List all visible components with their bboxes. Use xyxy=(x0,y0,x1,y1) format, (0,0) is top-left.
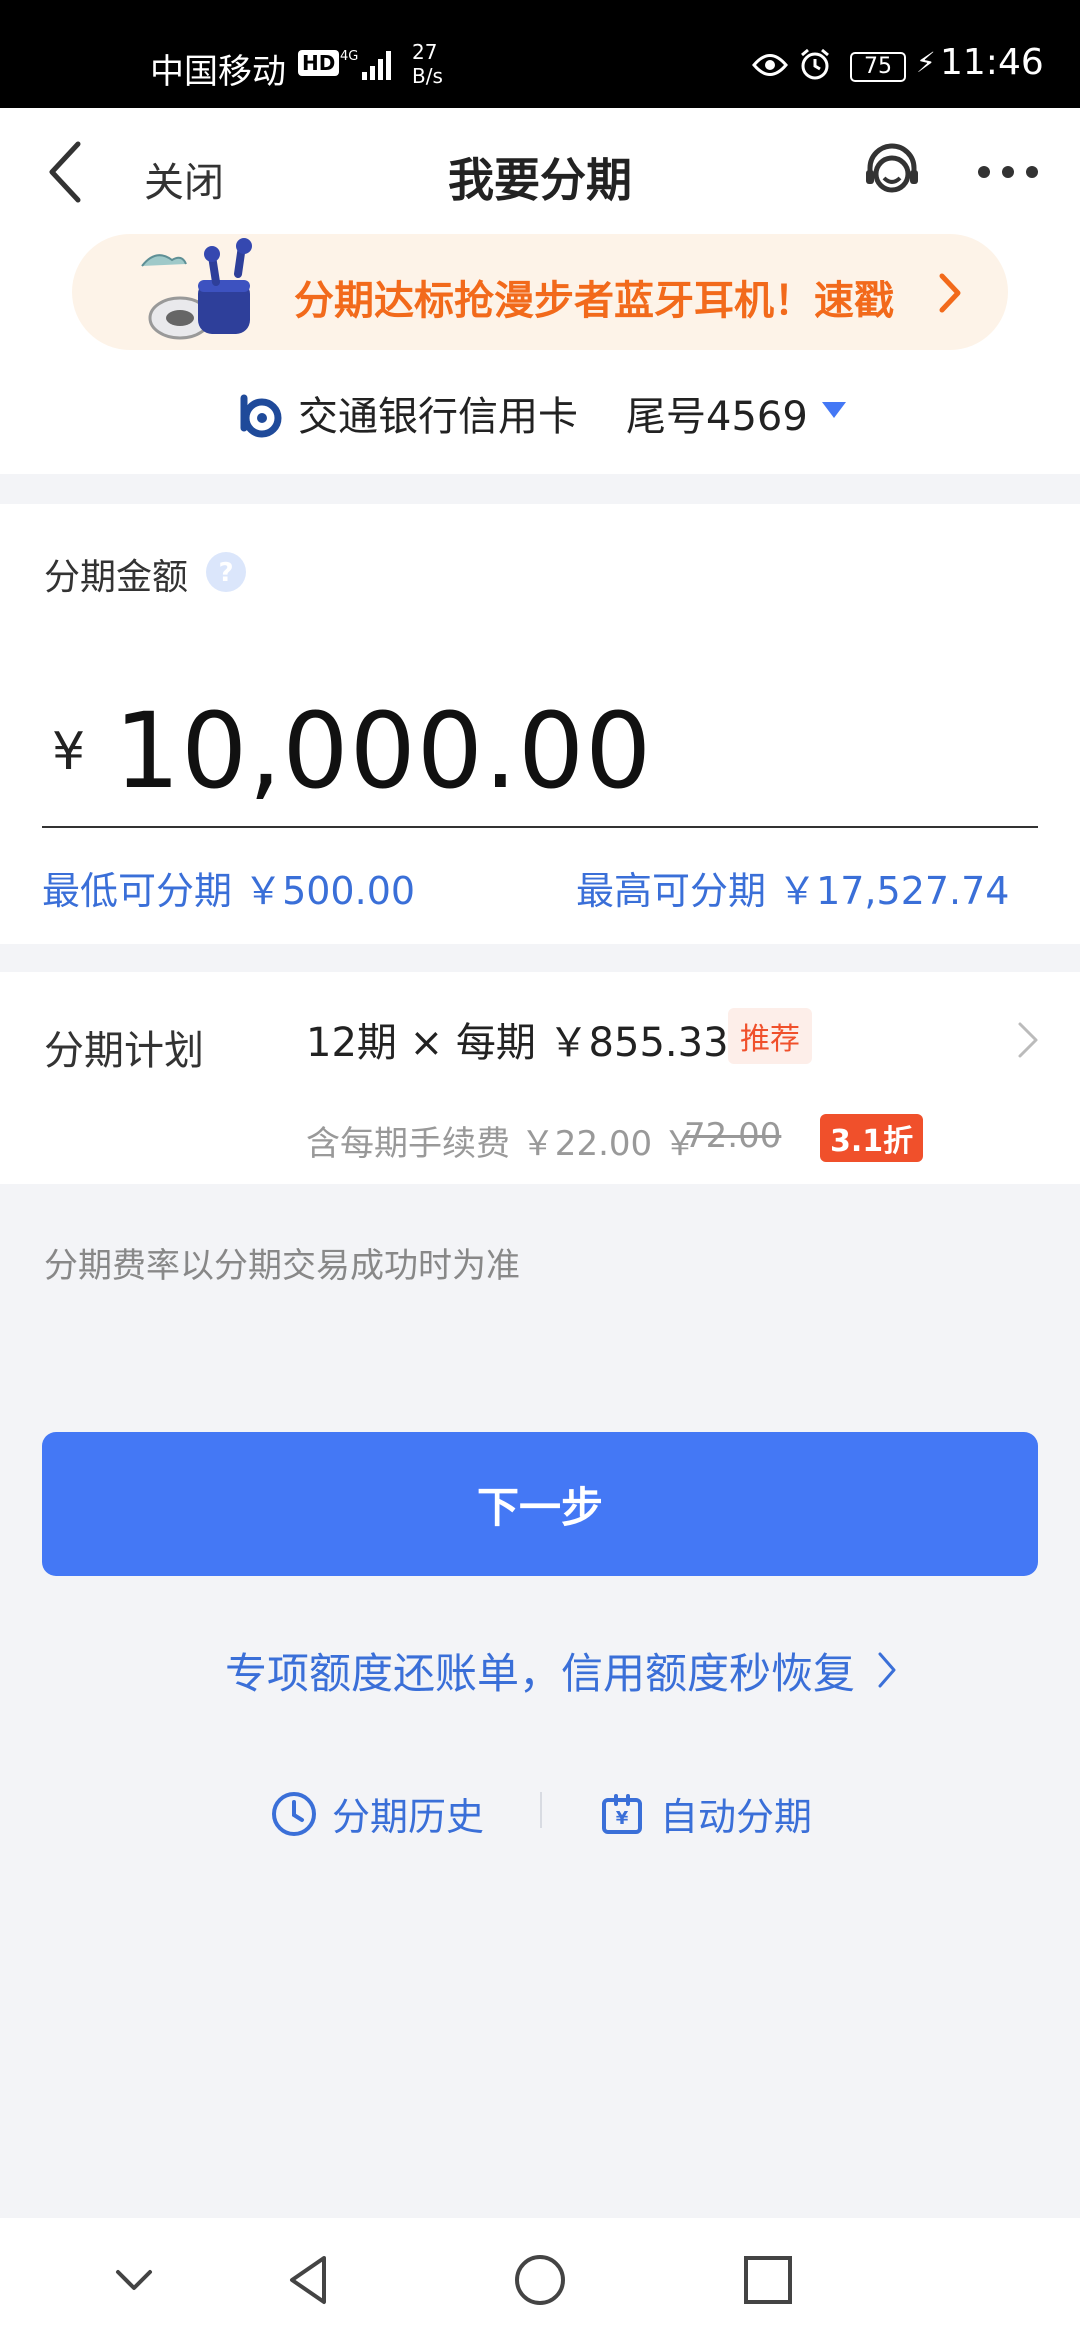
bank-logo-icon xyxy=(240,394,282,438)
network-type: 4G xyxy=(340,49,358,64)
speed-unit: B/s xyxy=(412,64,443,88)
min-installment-label: 最低可分期 ￥500.00 xyxy=(42,869,416,913)
signal-icon: 4G xyxy=(340,49,391,80)
discount-badge: 3.1折 xyxy=(820,1114,924,1162)
nav-back-icon[interactable] xyxy=(280,2250,340,2310)
chevron-down-icon[interactable] xyxy=(104,2250,164,2310)
amount-input[interactable]: 10,000.00 xyxy=(114,690,652,812)
card-tail-number[interactable]: 尾号4569 xyxy=(626,384,808,442)
help-icon[interactable]: ? xyxy=(206,552,246,592)
original-fee: 72.00 xyxy=(684,1116,782,1156)
hd-badge: HD xyxy=(298,50,340,76)
max-installment-label: 最高可分期 ￥17,527.74 xyxy=(576,869,1010,913)
special-limit-link[interactable]: 专项额度还账单，信用额度秒恢复 xyxy=(0,1640,1080,1701)
card-name[interactable]: 交通银行信用卡 xyxy=(298,384,578,442)
amount-label: 分期金额 xyxy=(44,557,189,598)
chevron-right-icon[interactable] xyxy=(1016,1020,1040,1060)
promo-banner-text[interactable]: 分期达标抢漫步者蓝牙耳机！速戳 xyxy=(294,268,894,326)
earbuds-product-image xyxy=(141,238,252,340)
customer-service-icon[interactable] xyxy=(860,140,924,204)
battery-level: 75 xyxy=(850,52,906,82)
clock: 11:46 xyxy=(940,42,1044,83)
amount-underline xyxy=(42,826,1038,828)
carrier-name: 中国移动 xyxy=(150,52,286,92)
more-options-icon[interactable] xyxy=(976,162,1040,182)
auto-installment-link[interactable]: ¥ 自动分期 xyxy=(598,1786,812,1841)
status-bar: 中国移动 HD 4G 27 B/s 75 ⚡ 11:46 xyxy=(0,0,1080,108)
nav-home-icon[interactable] xyxy=(510,2250,570,2310)
speed-value: 27 xyxy=(412,40,438,64)
chevron-right-icon xyxy=(939,273,961,313)
plan-value[interactable]: 12期 × 每期 ￥855.33 xyxy=(306,1010,729,1068)
special-limit-link-text[interactable]: 专项额度还账单，信用额度秒恢复 xyxy=(225,1649,855,1698)
alarm-icon xyxy=(801,48,829,80)
nav-recents-icon[interactable] xyxy=(738,2250,798,2310)
dropdown-arrow-icon[interactable] xyxy=(822,402,846,418)
installment-history-link[interactable]: 分期历史 xyxy=(270,1786,484,1841)
installment-history-label[interactable]: 分期历史 xyxy=(332,1786,484,1841)
eye-icon xyxy=(752,54,788,76)
charging-icon: ⚡ xyxy=(916,46,936,79)
links-divider xyxy=(540,1792,542,1828)
next-step-button[interactable]: 下一步 xyxy=(42,1432,1038,1576)
fee-text: 含每期手续费 ￥22.00 ￥ xyxy=(306,1124,697,1164)
svg-text:¥: ¥ xyxy=(616,1808,629,1829)
auto-installment-icon: ¥ xyxy=(602,1793,642,1834)
clock-icon xyxy=(272,1791,316,1836)
auto-installment-label[interactable]: 自动分期 xyxy=(660,1786,812,1841)
currency-symbol: ¥ xyxy=(52,722,86,782)
network-speed: 27 B/s xyxy=(412,40,443,88)
chevron-right-icon[interactable] xyxy=(876,1650,898,1690)
svg-text:?: ? xyxy=(218,558,233,588)
plan-label: 分期计划 xyxy=(44,1028,204,1074)
recommend-badge: 推荐 xyxy=(728,1008,812,1064)
rate-note: 分期费率以分期交易成功时为准 xyxy=(44,1246,520,1286)
